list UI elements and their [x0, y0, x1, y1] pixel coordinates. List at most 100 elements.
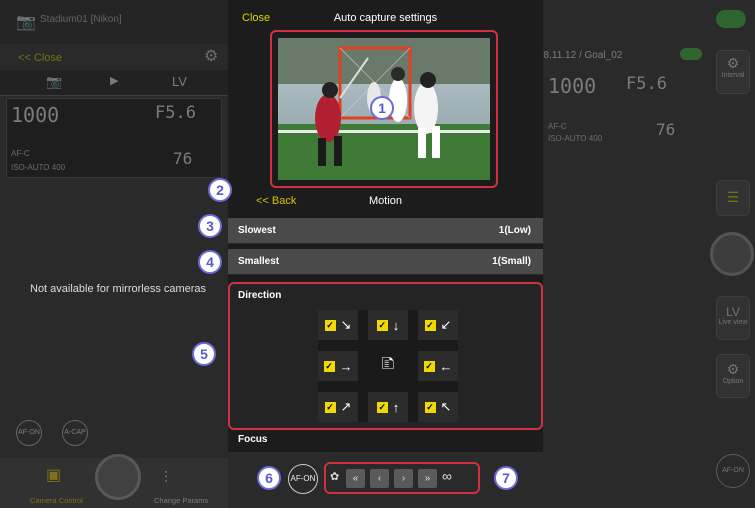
focus-far-small-button[interactable]: ›: [394, 469, 413, 488]
lcd-af: AF-C: [11, 149, 30, 158]
gear-icon[interactable]: ⚙: [204, 46, 218, 66]
close-link[interactable]: << Close: [18, 52, 62, 64]
speed-row[interactable]: Slowest 1(Low): [228, 218, 543, 244]
not-available-text: Not available for mirrorless cameras: [30, 283, 207, 295]
panel-title: Auto capture settings: [333, 12, 438, 24]
lcd-shots: 76: [173, 149, 193, 168]
shutter-button[interactable]: [95, 454, 141, 500]
live-view-label: Live view: [718, 319, 748, 326]
a-cap-button[interactable]: A-CAP: [62, 420, 88, 446]
focus-af-on-button[interactable]: AF-ON: [288, 464, 318, 494]
interval-label: Interval: [721, 72, 745, 79]
callout-3: 3: [198, 214, 222, 238]
direction-up-right[interactable]: ✓ ↗: [318, 392, 358, 422]
arrow-icon: ←: [439, 358, 453, 374]
camera-control-icon[interactable]: ▣: [46, 465, 61, 485]
direction-down-right[interactable]: ✓ ↘: [318, 310, 358, 340]
checkbox-icon[interactable]: ✓: [376, 401, 388, 413]
size-value: 1(Small): [492, 256, 531, 267]
camera-control-label[interactable]: Camera Control: [30, 496, 83, 505]
callout-2: 2: [208, 178, 232, 202]
camera-icon: 🗈: [381, 353, 395, 373]
lcd-aperture: F5.6: [155, 103, 196, 123]
direction-section: Direction ✓ ↘ ✓ ↓ ✓ ↙ ✓ → 🗈 ✓ ← ✓ ↗ ✓ ↑ ✓ ↖: [228, 282, 543, 430]
callout-6: 6: [257, 466, 281, 490]
right-lcd-display: 1000 F5.6 AF-C ISO-AUTO 400 76: [538, 70, 698, 158]
connection-toggle[interactable]: [716, 10, 746, 28]
speed-label: Slowest: [238, 225, 276, 236]
right-lcd-aperture: F5.6: [626, 74, 667, 94]
interval-icon: ⚙: [726, 55, 740, 71]
focus-near-large-button[interactable]: «: [346, 469, 365, 488]
af-on-button[interactable]: AF-ON: [16, 420, 42, 446]
size-label: Smallest: [238, 256, 280, 267]
direction-grid: ✓ ↘ ✓ ↓ ✓ ↙ ✓ → 🗈 ✓ ← ✓ ↗ ✓ ↑ ✓ ↖: [318, 310, 458, 422]
callout-1: 1: [370, 96, 394, 120]
arrow-icon: →: [339, 358, 353, 374]
lcd-shutter: 1000: [11, 103, 60, 127]
photo-tab-icon[interactable]: 📷: [46, 74, 62, 90]
camera-center: 🗈: [368, 351, 408, 381]
checkbox-icon[interactable]: ✓: [424, 401, 436, 413]
infinity-icon: ∞: [442, 468, 452, 484]
camera-toggle[interactable]: [680, 48, 702, 60]
arrow-icon: ↓: [392, 317, 400, 333]
callout-4: 4: [198, 250, 222, 274]
direction-label: Direction: [238, 290, 282, 301]
checkbox-icon[interactable]: ✓: [423, 360, 435, 372]
list-button[interactable]: ☰: [716, 180, 750, 216]
size-row[interactable]: Smallest 1(Small): [228, 249, 543, 275]
callout-5: 5: [192, 342, 216, 366]
focus-label: Focus: [238, 434, 268, 445]
live-view-button[interactable]: LV Live view: [716, 296, 750, 340]
focus-step-controls: ✿ « ‹ › » ∞: [324, 462, 480, 494]
right-lcd-iso: ISO-AUTO 400: [548, 134, 603, 143]
auto-capture-settings-panel: Close Auto capture settings 1 << Back Mo…: [228, 0, 543, 508]
camera-name: Stadium01 [Nikon]: [40, 14, 122, 25]
arrow-icon: ↑: [392, 399, 400, 415]
interval-button[interactable]: ⚙ Interval: [716, 50, 750, 94]
direction-up[interactable]: ✓ ↑: [368, 392, 408, 422]
playback-tab-icon[interactable]: ▶: [110, 74, 118, 87]
option-label: Option: [722, 378, 744, 385]
arrow-icon: ↗: [340, 399, 352, 414]
right-lcd-shots: 76: [656, 120, 676, 139]
direction-right[interactable]: ✓ →: [318, 351, 358, 381]
arrow-icon: ↘: [340, 317, 352, 332]
direction-left[interactable]: ✓ ←: [418, 351, 458, 381]
left-header: 📷 Stadium01 [Nikon]: [0, 0, 228, 44]
checkbox-icon[interactable]: ✓: [323, 360, 335, 372]
lcd-iso: ISO-AUTO 400: [11, 163, 66, 172]
sliders-icon[interactable]: ⫶: [164, 470, 168, 488]
focus-far-large-button[interactable]: »: [418, 469, 437, 488]
direction-down[interactable]: ✓ ↓: [368, 310, 408, 340]
speed-value: 1(Low): [498, 225, 531, 236]
right-camera-panel: 58.11.12 / Goal_02 1000 F5.6 AF-C ISO-AU…: [530, 0, 755, 508]
right-camera-name: 58.11.12 / Goal_02: [538, 50, 623, 61]
checkbox-icon[interactable]: ✓: [376, 319, 388, 331]
checkbox-icon[interactable]: ✓: [424, 319, 436, 331]
list-icon: ☰: [726, 189, 740, 205]
right-af-on-button[interactable]: AF-ON: [716, 454, 750, 488]
checkbox-icon[interactable]: ✓: [324, 401, 336, 413]
arrow-icon: ↙: [440, 317, 452, 332]
close-button[interactable]: Close: [242, 12, 270, 24]
lv-label: LV: [726, 305, 740, 319]
option-button[interactable]: ⚙ Option: [716, 354, 750, 398]
lcd-display: 1000 F5.6 AF-C ISO-AUTO 400 76: [6, 98, 222, 178]
view-tabs: 📷 ▶ LV: [0, 70, 228, 96]
change-params-label[interactable]: Change Params: [154, 496, 208, 505]
camera-icon: 📷: [16, 14, 36, 31]
direction-up-left[interactable]: ✓ ↖: [418, 392, 458, 422]
callout-7: 7: [494, 466, 518, 490]
back-link[interactable]: << Back: [256, 195, 296, 207]
direction-down-left[interactable]: ✓ ↙: [418, 310, 458, 340]
tab-lv[interactable]: LV: [172, 74, 187, 89]
right-shutter-button[interactable]: [710, 232, 754, 276]
checkbox-icon[interactable]: ✓: [324, 319, 336, 331]
right-lcd-shutter: 1000: [548, 74, 597, 98]
arrow-icon: ↖: [440, 399, 452, 414]
focus-near-small-button[interactable]: ‹: [370, 469, 389, 488]
right-lcd-af: AF-C: [548, 122, 567, 131]
left-camera-panel: 📷 Stadium01 [Nikon] << Close ⚙ 📷 ▶ LV 10…: [0, 0, 228, 508]
